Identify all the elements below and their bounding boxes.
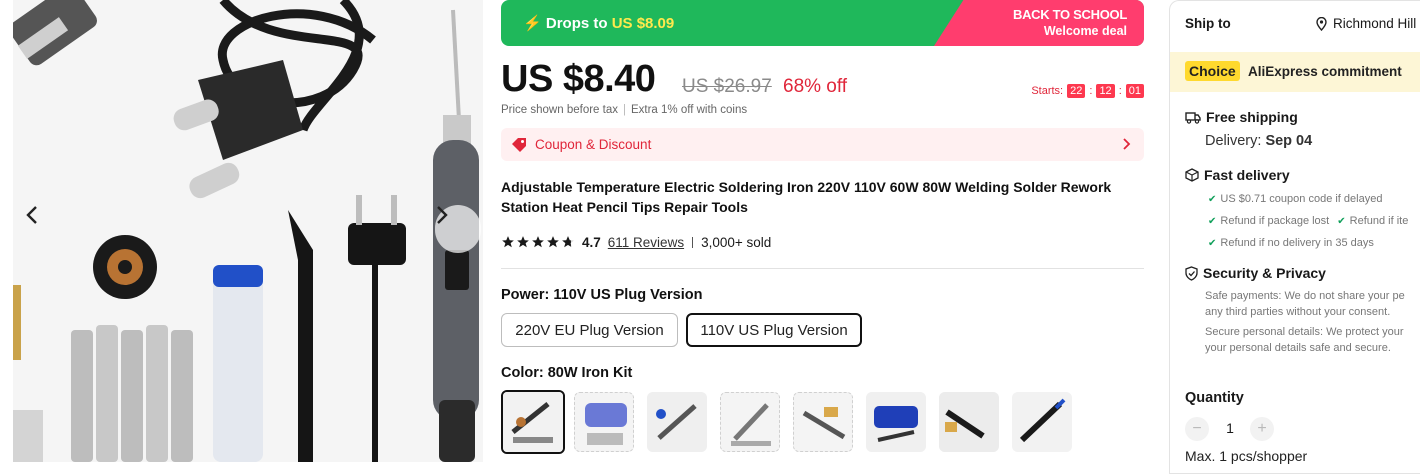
color-swatch-8[interactable]	[1012, 392, 1072, 452]
power-option-eu-plug[interactable]: 220V EU Plug Version	[501, 313, 678, 347]
free-shipping-heading: Free shipping	[1185, 109, 1298, 125]
fast-delivery-heading: Fast delivery	[1185, 167, 1290, 183]
countdown-timer: Starts: 22 : 12 : 01	[1031, 84, 1144, 98]
check-icon: ✔	[1208, 193, 1217, 205]
promo-banner[interactable]: ⚡ Drops to US $8.09 BACK TO SCHOOL Welco…	[501, 0, 1144, 46]
security-text-payments: Safe payments: We do not share your pe a…	[1205, 290, 1405, 318]
original-price: US $26.97	[682, 76, 772, 97]
plus-icon: +	[1257, 420, 1267, 437]
choice-badge: Choice	[1185, 61, 1240, 81]
delivery-estimate: Delivery: Sep 04	[1205, 133, 1313, 149]
star-rating	[501, 235, 575, 249]
discount-percent: 68% off	[783, 76, 848, 97]
check-icon: ✔	[1337, 215, 1346, 227]
color-swatch-80w-iron-kit[interactable]	[501, 390, 565, 454]
color-swatch-6[interactable]	[866, 392, 926, 452]
power-option-us-plug[interactable]: 110V US Plug Version	[686, 313, 862, 347]
product-image-gallery[interactable]	[13, 0, 483, 462]
quantity-increase-button[interactable]: +	[1250, 417, 1274, 441]
power-option-label: Power: 110V US Plug Version	[501, 287, 703, 303]
color-swatch-5[interactable]	[793, 392, 853, 452]
swatch-image	[866, 392, 926, 452]
ship-to-label: Ship to	[1185, 16, 1231, 31]
purchase-panel: Ship to Richmond Hill Choice AliExpress …	[1169, 0, 1420, 474]
chevron-right-icon	[437, 206, 448, 224]
fast-delivery-item: ✔ Refund if package lost ✔ Refund if ite	[1208, 215, 1409, 227]
color-swatch-7[interactable]	[939, 392, 999, 452]
star-partial-icon	[562, 236, 574, 248]
commitment-label: AliExpress commitment	[1248, 64, 1402, 79]
price-note: Price shown before tax | Extra 1% off with…	[501, 104, 748, 116]
security-privacy-heading: Security & Privacy	[1185, 265, 1326, 281]
price-drop-text: ⚡ Drops to US $8.09	[523, 15, 675, 32]
star-icon	[532, 236, 544, 248]
sold-count: 3,000+ sold	[701, 234, 772, 250]
shield-icon	[1185, 265, 1198, 281]
rating-score: 4.7	[582, 234, 601, 250]
swatch-image	[794, 393, 852, 451]
color-swatch-4[interactable]	[720, 392, 780, 452]
color-selected-value: 80W Iron Kit	[547, 365, 633, 381]
star-icon	[517, 236, 529, 248]
security-text-details: Secure personal details: We protect your…	[1205, 326, 1404, 354]
swatch-image	[939, 392, 999, 452]
color-swatch-3[interactable]	[647, 392, 707, 452]
price-row: US $8.40 US $26.97 68% off Starts: 22 : …	[501, 58, 1144, 102]
check-icon: ✔	[1208, 237, 1217, 249]
fast-delivery-item: ✔ US $0.71 coupon code if delayed	[1208, 193, 1383, 205]
swatch-image	[1012, 392, 1072, 452]
fast-delivery-item: ✔ Refund if no delivery in 35 days	[1208, 237, 1374, 249]
quantity-label: Quantity	[1185, 390, 1244, 406]
lightning-icon: ⚡	[523, 15, 542, 32]
divider	[501, 268, 1144, 269]
price-drop-amount: US $8.09	[611, 15, 675, 32]
current-price: US $8.40	[501, 58, 656, 100]
ship-to-location[interactable]: Richmond Hill	[1316, 16, 1416, 31]
countdown-label: Starts:	[1031, 85, 1064, 97]
coupon-discount-row[interactable]: Coupon & Discount	[501, 128, 1144, 161]
quantity-value[interactable]: 1	[1220, 420, 1240, 436]
star-icon	[547, 236, 559, 248]
reviews-link[interactable]: 611 Reviews	[608, 235, 684, 250]
check-icon: ✔	[1208, 215, 1217, 227]
countdown-hours: 22	[1067, 84, 1086, 98]
gallery-prev-button[interactable]	[25, 205, 69, 255]
color-swatch-2[interactable]	[574, 392, 634, 452]
power-selected-value: 110V US Plug Version	[553, 287, 703, 303]
swatch-image	[647, 392, 707, 452]
product-title: Adjustable Temperature Electric Solderin…	[501, 179, 1112, 215]
countdown-seconds: 01	[1125, 84, 1144, 98]
swatch-image	[503, 392, 563, 452]
max-quantity-note: Max. 1 pcs/shopper	[1185, 448, 1308, 464]
gallery-next-button[interactable]	[435, 205, 481, 253]
star-icon	[502, 236, 514, 248]
box-icon	[1185, 168, 1199, 182]
color-option-label: Color: 80W Iron Kit	[501, 365, 633, 381]
back-to-school-label: BACK TO SCHOOL Welcome deal	[1012, 7, 1127, 38]
quantity-decrease-button[interactable]: −	[1185, 417, 1209, 441]
truck-icon	[1185, 111, 1201, 124]
chevron-left-icon	[26, 206, 37, 224]
swatch-image	[721, 393, 779, 451]
coupon-tag-icon	[512, 138, 526, 152]
product-main-image	[13, 0, 483, 462]
choice-commitment-bar[interactable]: Choice AliExpress commitment	[1170, 52, 1420, 92]
location-pin-icon	[1316, 16, 1327, 31]
coupon-label: Coupon & Discount	[535, 137, 652, 152]
swatch-image	[575, 393, 633, 451]
delivery-date: Sep 04	[1265, 133, 1313, 149]
countdown-minutes: 12	[1096, 84, 1115, 98]
rating-row: 4.7 611 Reviews 3,000+ sold	[501, 233, 771, 251]
minus-icon: −	[1192, 420, 1202, 437]
chevron-right-icon	[1123, 138, 1131, 150]
